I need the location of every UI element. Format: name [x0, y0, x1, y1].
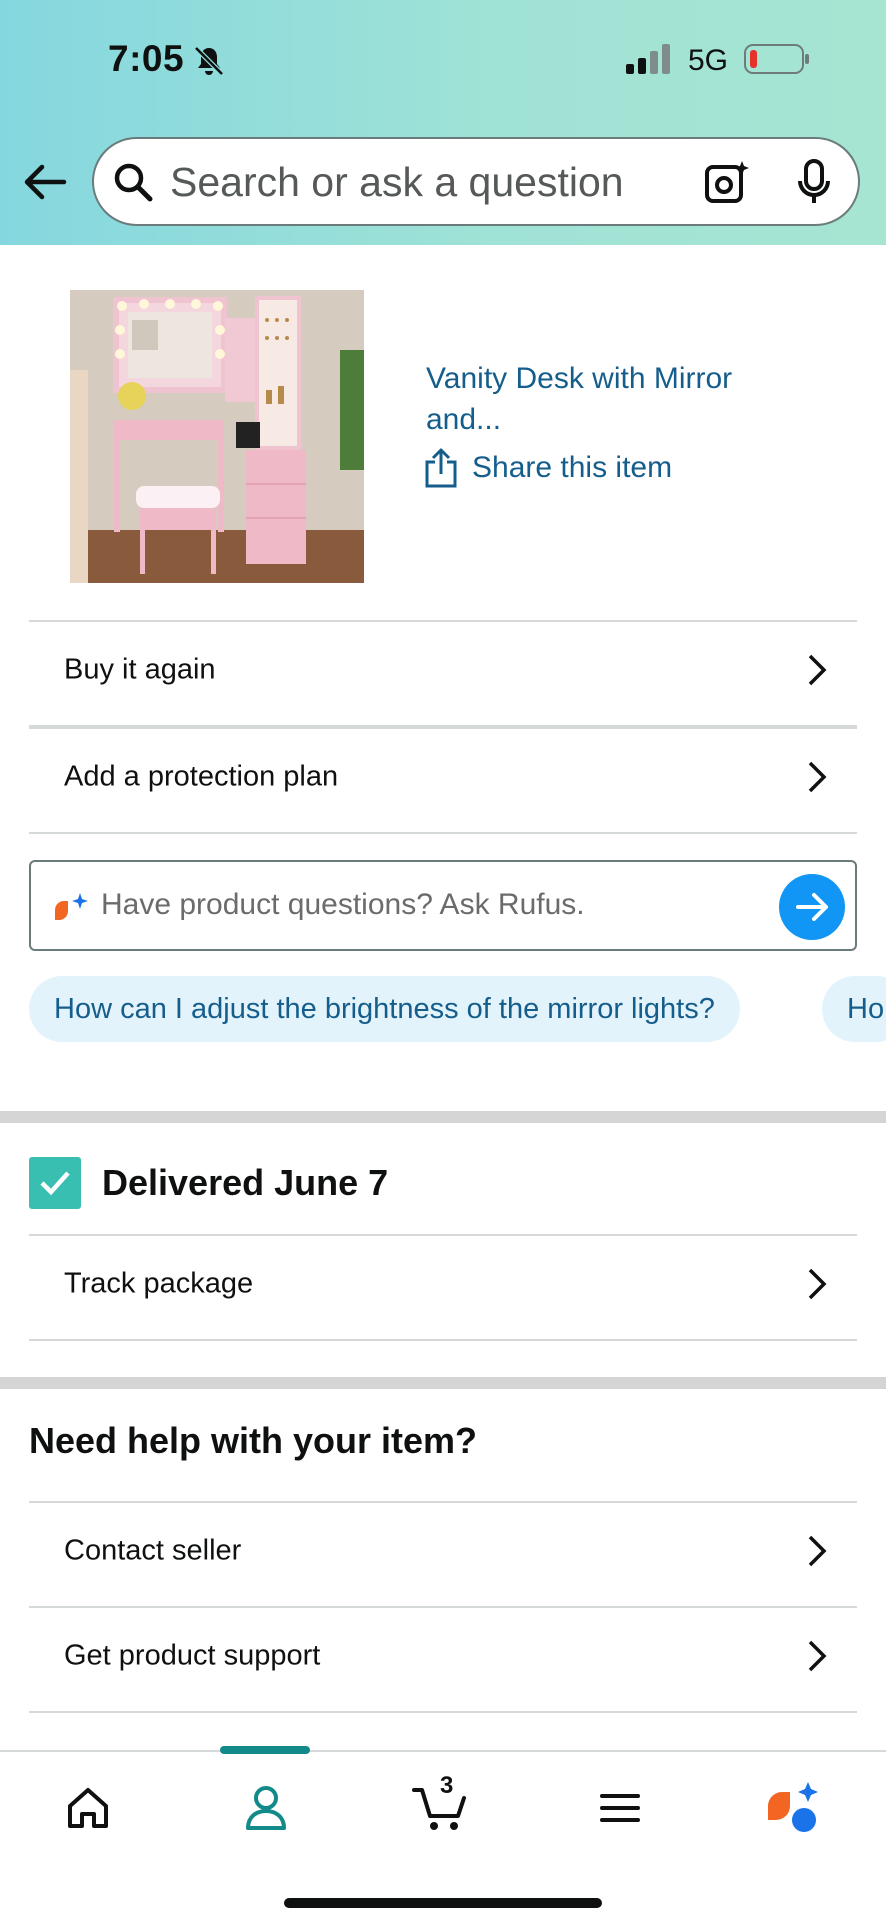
active-tab-indicator	[220, 1746, 310, 1754]
product-support-row[interactable]: Get product support	[0, 1604, 886, 1708]
divider	[29, 1339, 857, 1341]
camera-lens-icon[interactable]	[704, 159, 750, 205]
share-item-label: Share this item	[472, 451, 673, 484]
buy-again-row[interactable]: Buy it again	[0, 618, 886, 722]
home-icon[interactable]	[56, 1776, 120, 1840]
rufus-question-input[interactable]: Have product questions? Ask Rufus.	[29, 860, 857, 951]
chevron-right-icon	[808, 654, 827, 686]
vanity-desk-photo	[70, 290, 364, 583]
divider	[29, 832, 857, 834]
rufus-submit-button[interactable]	[779, 874, 845, 940]
network-type: 5G	[688, 44, 729, 77]
track-package-row[interactable]: Track package	[0, 1232, 886, 1336]
search-input[interactable]: Search or ask a question	[170, 159, 624, 206]
cellular-signal-icon	[626, 44, 670, 74]
back-arrow-icon[interactable]	[20, 160, 68, 204]
track-package-label: Track package	[64, 1267, 254, 1300]
section-separator	[0, 1111, 886, 1123]
rufus-placeholder: Have product questions? Ask Rufus.	[101, 888, 585, 921]
buy-again-label: Buy it again	[64, 653, 216, 686]
status-time: 7:05	[108, 38, 185, 79]
chevron-right-icon	[808, 1640, 827, 1672]
rufus-icon[interactable]	[762, 1776, 826, 1840]
protection-plan-label: Add a protection plan	[64, 760, 339, 793]
section-separator	[0, 1377, 886, 1389]
bottom-nav: 3	[0, 1746, 886, 1920]
chevron-right-icon	[808, 761, 827, 793]
delivered-check-icon	[29, 1157, 81, 1209]
contact-seller-label: Contact seller	[64, 1534, 242, 1567]
bell-muted-icon	[194, 46, 224, 76]
menu-icon[interactable]	[588, 1776, 652, 1840]
account-icon[interactable]	[234, 1776, 298, 1840]
app-header: 7:05 5G Search or ask a question	[0, 0, 886, 245]
rufus-suggestion-chip[interactable]: Ho	[822, 976, 886, 1042]
chevron-right-icon	[808, 1535, 827, 1567]
product-image[interactable]	[70, 290, 364, 583]
battery-low-icon	[744, 44, 809, 74]
share-item-link[interactable]: Share this item	[424, 448, 672, 488]
rufus-spark-icon	[55, 893, 88, 920]
share-icon	[425, 448, 457, 488]
search-icon	[114, 163, 153, 202]
cart-count-badge: 3	[440, 1772, 454, 1799]
cart-button[interactable]: 3	[410, 1772, 474, 1840]
search-bar[interactable]: Search or ask a question	[92, 137, 860, 226]
product-support-label: Get product support	[64, 1639, 321, 1672]
contact-seller-row[interactable]: Contact seller	[0, 1499, 886, 1603]
arrow-right-icon	[796, 893, 828, 921]
protection-plan-row[interactable]: Add a protection plan	[0, 725, 886, 829]
product-title-link[interactable]: Vanity Desk with Mirror and...	[426, 358, 786, 440]
help-heading: Need help with your item?	[29, 1420, 478, 1461]
rufus-suggestion-chip[interactable]: How can I adjust the brightness of the m…	[29, 976, 740, 1042]
chevron-right-icon	[808, 1268, 827, 1300]
divider	[29, 1711, 857, 1713]
microphone-icon[interactable]	[796, 159, 832, 205]
home-indicator-bar	[284, 1898, 602, 1908]
delivery-status: Delivered June 7	[102, 1162, 389, 1203]
